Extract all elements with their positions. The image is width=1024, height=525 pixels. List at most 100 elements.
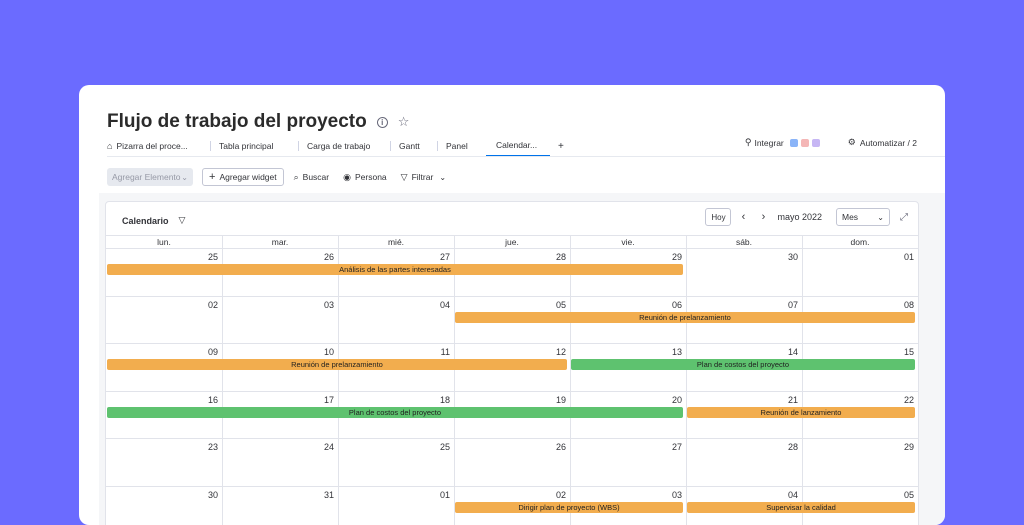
- calendar-event[interactable]: Reunión de prelanzamiento: [455, 312, 915, 323]
- calendar-event[interactable]: Reunión de prelanzamiento: [107, 359, 567, 370]
- calendar-widget: Calendario ▽ Hoy ‹ › mayo 2022 Mes ⌄ ⤢ l…: [105, 201, 919, 525]
- tab-carga-trabajo[interactable]: Carga de trabajo: [299, 135, 391, 157]
- day-number: 25: [430, 442, 450, 452]
- day-number: 30: [778, 252, 798, 262]
- board-title[interactable]: Flujo de trabajo del proyecto: [107, 111, 367, 133]
- divider: [107, 156, 945, 157]
- calendar-day-cell[interactable]: 29: [802, 439, 918, 487]
- plus-icon: +: [209, 171, 215, 183]
- day-number: 01: [894, 252, 914, 262]
- day-number: 29: [662, 252, 682, 262]
- day-number: 29: [894, 442, 914, 452]
- calendar-day-cell[interactable]: 01: [338, 487, 454, 525]
- calendar-event[interactable]: Análisis de las partes interesadas: [107, 264, 683, 275]
- calendar-day-cell[interactable]: 30: [686, 249, 802, 297]
- search-button[interactable]: ⌕ Buscar: [290, 168, 334, 186]
- integration-logo-icon: [812, 139, 820, 147]
- tab-tabla-principal[interactable]: Tabla principal: [211, 135, 299, 157]
- day-number: 23: [198, 442, 218, 452]
- calendar-day-cell[interactable]: 27: [570, 439, 686, 487]
- calendar-week-row: 23 24 25 26 27 28 29: [106, 438, 918, 486]
- calendar-day-cell[interactable]: 26: [454, 439, 570, 487]
- day-number: 25: [198, 252, 218, 262]
- chevron-down-icon: ⌄: [181, 173, 188, 182]
- view-mode-select[interactable]: Mes ⌄: [836, 208, 890, 226]
- today-button[interactable]: Hoy: [705, 208, 731, 226]
- day-number: 16: [198, 395, 218, 405]
- calendar-day-cell[interactable]: 30: [106, 487, 222, 525]
- day-number: 27: [662, 442, 682, 452]
- day-number: 01: [430, 490, 450, 500]
- calendar-day-cell[interactable]: 25: [338, 439, 454, 487]
- add-item-button[interactable]: Agregar Elemento ⌄: [107, 168, 193, 186]
- integration-logo-icon: [790, 139, 798, 147]
- day-number: 07: [778, 300, 798, 310]
- board-header: Flujo de trabajo del proyecto i ☆: [107, 111, 409, 133]
- filter-icon: ▽: [401, 172, 408, 183]
- calendar-day-cell[interactable]: 28: [686, 439, 802, 487]
- day-number: 10: [314, 347, 334, 357]
- star-icon[interactable]: ☆: [398, 114, 410, 130]
- day-number: 15: [894, 347, 914, 357]
- prev-month-button[interactable]: ‹: [735, 209, 751, 225]
- home-icon: ⌂: [107, 141, 112, 151]
- day-number: 17: [314, 395, 334, 405]
- info-icon[interactable]: i: [377, 117, 388, 128]
- day-number: 26: [546, 442, 566, 452]
- day-number: 31: [314, 490, 334, 500]
- day-number: 12: [546, 347, 566, 357]
- day-number: 02: [198, 300, 218, 310]
- day-number: 28: [778, 442, 798, 452]
- board-toolbar: Agregar Elemento ⌄ + Agregar widget ⌕ Bu…: [107, 168, 450, 186]
- calendar-event[interactable]: Reunión de lanzamiento: [687, 407, 915, 418]
- tab-pizarra[interactable]: ⌂ Pizarra del proce...: [107, 135, 211, 157]
- board-actions: ⚲ Integrar ⚙ Automatizar / 2: [745, 137, 917, 148]
- calendar-day-cell[interactable]: 02: [106, 297, 222, 345]
- day-number: 18: [430, 395, 450, 405]
- expand-icon[interactable]: ⤢: [900, 212, 908, 223]
- day-number: 09: [198, 347, 218, 357]
- calendar-event[interactable]: Supervisar la calidad: [687, 502, 915, 513]
- calendar-event[interactable]: Dirigir plan de proyecto (WBS): [455, 502, 683, 513]
- calendar-controls: Hoy ‹ › mayo 2022 Mes ⌄ ⤢: [705, 208, 908, 226]
- month-label: mayo 2022: [777, 212, 822, 222]
- next-month-button[interactable]: ›: [755, 209, 771, 225]
- tab-calendario[interactable]: Calendar...: [486, 135, 550, 157]
- day-number: 03: [314, 300, 334, 310]
- day-number: 05: [546, 300, 566, 310]
- calendar-day-cell[interactable]: 01: [802, 249, 918, 297]
- calendar-day-cell[interactable]: 24: [222, 439, 338, 487]
- tab-gantt[interactable]: Gantt: [391, 135, 438, 157]
- view-tabs: ⌂ Pizarra del proce... Tabla principal C…: [107, 135, 564, 157]
- day-number: 04: [430, 300, 450, 310]
- day-number: 19: [546, 395, 566, 405]
- search-icon: ⌕: [294, 172, 299, 183]
- day-number: 20: [662, 395, 682, 405]
- calendar-day-cell[interactable]: 23: [106, 439, 222, 487]
- weekday-header: lun.mar.mié.jue.vie.sáb.dom.: [106, 235, 918, 249]
- calendar-day-cell[interactable]: 31: [222, 487, 338, 525]
- day-number: 08: [894, 300, 914, 310]
- calendar-event[interactable]: Plan de costos del proyecto: [107, 407, 683, 418]
- automatizar-button[interactable]: Automatizar / 2: [860, 138, 917, 148]
- day-number: 24: [314, 442, 334, 452]
- tab-panel[interactable]: Panel: [438, 135, 486, 157]
- day-number: 14: [778, 347, 798, 357]
- chevron-down-icon: ⌄: [877, 213, 884, 222]
- board-card: Flujo de trabajo del proyecto i ☆ ⌂ Piza…: [79, 85, 945, 525]
- day-number: 28: [546, 252, 566, 262]
- add-view-button[interactable]: +: [550, 135, 564, 157]
- add-widget-button[interactable]: + Agregar widget: [202, 168, 284, 186]
- day-number: 05: [894, 490, 914, 500]
- day-number: 06: [662, 300, 682, 310]
- calendar-day-cell[interactable]: 03: [222, 297, 338, 345]
- day-number: 22: [894, 395, 914, 405]
- filter-icon[interactable]: ▽: [179, 215, 186, 226]
- filter-button[interactable]: ▽ Filtrar ⌄: [397, 168, 450, 186]
- person-filter-button[interactable]: ◉ Persona: [339, 168, 391, 186]
- calendar-day-cell[interactable]: 04: [338, 297, 454, 345]
- integrar-button[interactable]: Integrar: [754, 138, 783, 148]
- calendar-event[interactable]: Plan de costos del proyecto: [571, 359, 915, 370]
- day-number: 13: [662, 347, 682, 357]
- chevron-down-icon: ⌄: [439, 173, 446, 182]
